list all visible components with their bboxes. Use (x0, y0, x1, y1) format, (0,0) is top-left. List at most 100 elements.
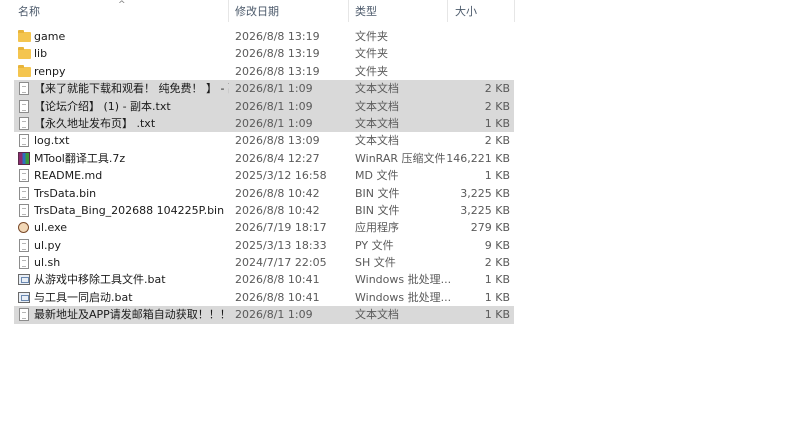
file-modified-date: 2026/8/8 10:41 (235, 273, 320, 287)
file-row[interactable]: 最新地址及APP请发邮箱自动获取！！！... 2026/8/1 1:09 文本文档 1… (14, 306, 514, 324)
file-modified-date: 2026/8/8 13:19 (235, 47, 320, 61)
file-type: 文件夹 (355, 64, 388, 78)
file-name: 从游戏中移除工具文件.bat (34, 273, 166, 287)
file-modified-date: 2026/8/1 1:09 (235, 82, 313, 96)
file-type: Windows 批处理... (355, 290, 450, 304)
file-type: PY 文件 (355, 238, 394, 252)
file-icon (19, 256, 29, 270)
file-modified-date: 2026/8/1 1:09 (235, 99, 313, 113)
folder-icon (18, 47, 31, 60)
file-name: MTool翻译工具.7z (34, 151, 126, 165)
file-type: 应用程序 (355, 221, 399, 235)
file-name: ul.py (34, 238, 62, 252)
file-size: 2 KB (484, 256, 510, 270)
file-modified-date: 2026/7/19 18:17 (235, 221, 327, 235)
file-row[interactable]: TrsData_Bing_202688 104225P.bin 2026/8/8 … (14, 202, 514, 219)
file-name: log.txt (34, 134, 70, 148)
file-size: 1 KB (484, 308, 510, 322)
file-modified-date: 2026/8/8 13:09 (235, 134, 320, 148)
text-file-icon (19, 134, 29, 148)
column-divider[interactable] (447, 0, 448, 22)
file-size: 146,221 KB (446, 151, 510, 165)
column-divider[interactable] (348, 0, 349, 22)
file-size: 1 KB (484, 169, 510, 183)
file-row[interactable]: ul.py 2025/3/13 18:33 PY 文件 9 KB (14, 237, 514, 254)
file-row[interactable]: TrsData.bin 2026/8/8 10:42 BIN 文件 3,225 KB (14, 185, 514, 202)
file-list: game 2026/8/8 13:19 文件夹 lib 2026/8/8 13:19 文件… (14, 28, 514, 324)
file-size: 1 KB (484, 290, 510, 304)
file-size: 2 KB (484, 82, 510, 96)
file-icon (19, 238, 29, 252)
file-modified-date: 2026/8/8 10:41 (235, 290, 320, 304)
file-name: 【永久地址发布页】 .txt (34, 116, 156, 130)
application-icon (18, 222, 29, 234)
file-modified-date: 2026/8/4 12:27 (235, 151, 320, 165)
file-type: Windows 批处理... (355, 273, 450, 287)
file-type: 文件夹 (355, 30, 388, 43)
file-modified-date: 2026/8/1 1:09 (235, 116, 313, 130)
text-file-icon (19, 116, 29, 130)
column-header-size[interactable]: 大小 (455, 0, 515, 24)
text-file-icon (19, 99, 29, 113)
folder-icon (18, 64, 31, 77)
file-row[interactable]: ul.exe 2026/7/19 18:17 应用程序 279 KB (14, 219, 514, 236)
file-name: ul.exe (34, 221, 68, 235)
file-type: MD 文件 (355, 169, 399, 183)
file-modified-date: 2026/8/8 13:19 (235, 64, 320, 78)
file-modified-date: 2026/8/1 1:09 (235, 308, 313, 322)
file-row[interactable]: log.txt 2026/8/8 13:09 文本文档 2 KB (14, 132, 514, 149)
file-row[interactable]: renpy 2026/8/8 13:19 文件夹 (14, 63, 514, 80)
text-file-icon (19, 308, 29, 322)
file-size: 279 KB (470, 221, 510, 235)
column-header: ^ 名称 修改日期 类型 大小 (0, 0, 800, 24)
file-type: BIN 文件 (355, 203, 400, 217)
file-size: 1 KB (484, 116, 510, 130)
file-name: 与工具一同启动.bat (34, 290, 133, 304)
batch-file-icon (18, 274, 30, 286)
file-size (440, 63, 510, 80)
file-size: 2 KB (484, 134, 510, 148)
file-modified-date: 2025/3/13 18:33 (235, 238, 327, 252)
file-name: TrsData.bin (34, 186, 97, 200)
file-type: SH 文件 (355, 256, 396, 270)
column-divider[interactable] (514, 0, 515, 22)
file-type: WinRAR 压缩文件 (355, 151, 446, 165)
file-size: 9 KB (484, 238, 510, 252)
file-name: 最新地址及APP请发邮箱自动获取！！！... (34, 308, 229, 322)
file-size: 2 KB (484, 99, 510, 113)
text-file-icon (19, 82, 29, 96)
file-row[interactable]: README.md 2025/3/12 16:58 MD 文件 1 KB (14, 167, 514, 184)
file-row[interactable]: 【来了就能下载和观看！ 纯免费！ 】 - 副... 2026/8/1 1:09 文本… (14, 80, 514, 98)
file-name: TrsData_Bing_202688 104225P.bin (34, 203, 225, 217)
file-row[interactable]: 【永久地址发布页】 .txt 2026/8/1 1:09 文本文档 1 KB (14, 114, 514, 133)
file-row[interactable]: game 2026/8/8 13:19 文件夹 (14, 28, 514, 45)
file-type: 文件夹 (355, 47, 388, 61)
file-name: 【论坛介绍】 (1) - 副本.txt (34, 99, 171, 113)
column-header-date[interactable]: 修改日期 (235, 0, 345, 24)
folder-icon (18, 30, 31, 42)
file-modified-date: 2026/8/8 10:42 (235, 203, 320, 217)
batch-file-icon (18, 291, 30, 303)
file-row[interactable]: ul.sh 2024/7/17 22:05 SH 文件 2 KB (14, 254, 514, 271)
file-icon (19, 169, 29, 183)
file-size (440, 28, 510, 45)
file-row[interactable]: 从游戏中移除工具文件.bat 2026/8/8 10:41 Windows 批处理.… (14, 271, 514, 288)
file-modified-date: 2024/7/17 22:05 (235, 256, 327, 270)
file-icon (19, 186, 29, 200)
file-size (440, 45, 510, 62)
column-header-name[interactable]: 名称 (18, 0, 228, 24)
file-row[interactable]: 【论坛介绍】 (1) - 副本.txt 2026/8/1 1:09 文本文档 2 KB (14, 97, 514, 115)
file-modified-date: 2025/3/12 16:58 (235, 169, 327, 183)
file-type: BIN 文件 (355, 186, 400, 200)
file-row[interactable]: 与工具一同启动.bat 2026/8/8 10:41 Windows 批处理... 1… (14, 289, 514, 306)
column-divider[interactable] (228, 0, 229, 22)
file-row[interactable]: MTool翻译工具.7z 2026/8/4 12:27 WinRAR 压缩文件 146… (14, 150, 514, 167)
file-name: game (34, 30, 66, 43)
winrar-archive-icon (18, 151, 30, 165)
file-name: README.md (34, 169, 103, 183)
file-row[interactable]: lib 2026/8/8 13:19 文件夹 (14, 45, 514, 62)
file-type: 文本文档 (355, 82, 399, 96)
file-name: renpy (34, 64, 66, 78)
file-modified-date: 2026/8/8 13:19 (235, 30, 320, 43)
column-header-type[interactable]: 类型 (355, 0, 445, 24)
